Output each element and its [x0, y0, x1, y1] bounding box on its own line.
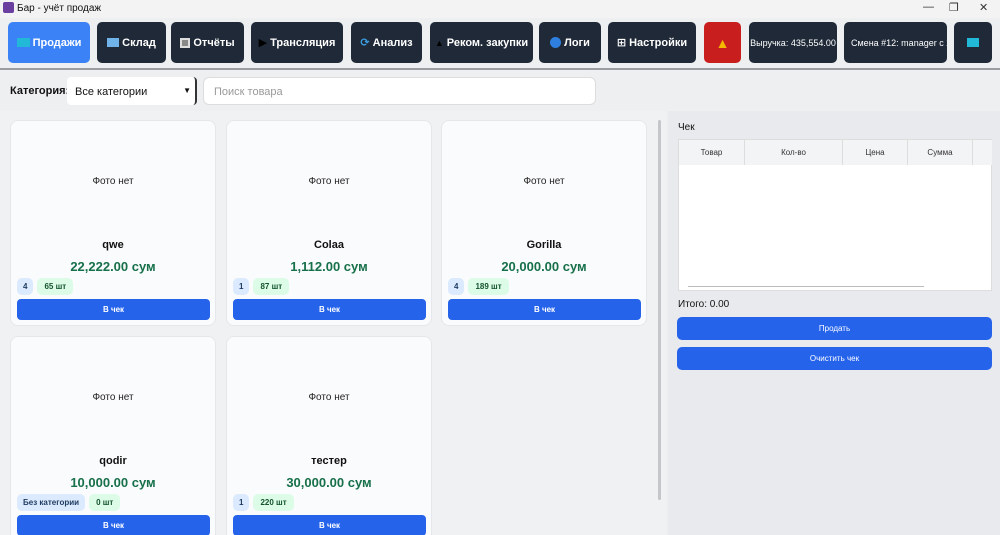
- tab-analysis[interactable]: ⟳ Анализ: [351, 22, 422, 63]
- monitor-icon: [16, 38, 30, 47]
- tab-logs[interactable]: Логи: [539, 22, 601, 63]
- product-name: Colaa: [314, 239, 344, 251]
- search-input[interactable]: Поиск товара: [203, 77, 596, 105]
- grid-icon: ⊞: [616, 37, 627, 49]
- tab-settings[interactable]: ⊞ Настройки: [608, 22, 696, 63]
- product-photo-placeholder: Фото нет: [308, 176, 350, 187]
- product-name: Gorilla: [526, 239, 562, 251]
- column-header[interactable]: Цена: [843, 140, 908, 165]
- category-badge: 1: [233, 278, 250, 295]
- column-header-filler: [973, 140, 992, 165]
- tab-sales[interactable]: Продажи: [8, 22, 90, 63]
- receipt-table: Товар Кол-во Цена Сумма: [678, 139, 992, 291]
- add-to-receipt-button[interactable]: В чек: [448, 299, 641, 320]
- receipt-panel: Чек Товар Кол-во Цена Сумма Итого: 0.00 …: [668, 111, 1000, 535]
- product-photo-placeholder: Фото нет: [92, 176, 134, 187]
- receipt-total: Итого: 0.00: [678, 299, 730, 310]
- add-to-receipt-button[interactable]: В чек: [17, 299, 210, 320]
- restore-icon[interactable]: ❐: [949, 1, 959, 14]
- product-card[interactable]: Фото нет qodir 10,000.00 сум Без категор…: [10, 336, 216, 535]
- stock-badge: 189 шт: [468, 278, 509, 295]
- title-bar: Бар - учёт продаж — ❐ ✕: [0, 0, 1000, 18]
- tab-recommended-purchases[interactable]: ▲ Реком. закупки: [430, 22, 533, 63]
- column-header[interactable]: Сумма: [908, 140, 973, 165]
- warning-button[interactable]: ▲: [704, 22, 741, 63]
- window-title: Бар - учёт продаж: [17, 3, 102, 14]
- product-photo-placeholder: Фото нет: [308, 392, 350, 403]
- add-to-receipt-button[interactable]: В чек: [17, 515, 210, 535]
- column-header[interactable]: Кол-во: [745, 140, 843, 165]
- revenue-display: Выручка: 435,554.00: [749, 22, 837, 63]
- product-name: qwe: [102, 239, 124, 251]
- folder-icon: [107, 38, 120, 47]
- sell-button[interactable]: Продать: [677, 317, 992, 340]
- monitor-icon: [967, 38, 979, 47]
- tab-warehouse[interactable]: Склад: [97, 22, 166, 63]
- chevron-down-icon: ▼: [183, 86, 191, 95]
- product-price: 22,222.00 сум: [70, 259, 156, 274]
- app-icon: [3, 2, 14, 13]
- product-card[interactable]: Фото нет тестер 30,000.00 сум 1 220 шт В …: [226, 336, 432, 535]
- horizontal-scrollbar[interactable]: [688, 286, 924, 287]
- add-to-receipt-button[interactable]: В чек: [233, 299, 426, 320]
- tab-reports[interactable]: Отчёты: [171, 22, 244, 63]
- add-to-receipt-button[interactable]: В чек: [233, 515, 426, 535]
- close-icon[interactable]: ✕: [979, 1, 988, 14]
- product-price: 30,000.00 сум: [286, 475, 372, 490]
- play-icon: ▶: [258, 37, 268, 49]
- clear-receipt-button[interactable]: Очистить чек: [677, 347, 992, 370]
- product-name: qodir: [99, 455, 127, 467]
- minimize-icon[interactable]: —: [923, 1, 934, 13]
- product-price: 10,000.00 сум: [70, 475, 156, 490]
- category-badge: 1: [233, 494, 250, 511]
- product-card[interactable]: Фото нет Colaa 1,112.00 сум 1 87 шт В чек: [226, 120, 432, 326]
- product-card[interactable]: Фото нет qwe 22,222.00 сум 4 65 шт В чек: [10, 120, 216, 326]
- warning-icon: ▲: [715, 34, 730, 51]
- product-photo-placeholder: Фото нет: [92, 392, 134, 403]
- product-price: 1,112.00 сум: [290, 259, 368, 274]
- refresh-icon: ⟳: [360, 37, 370, 49]
- receipt-title: Чек: [678, 122, 695, 133]
- globe-icon: [550, 37, 562, 48]
- product-price: 20,000.00 сум: [501, 259, 587, 274]
- product-card[interactable]: Фото нет Gorilla 20,000.00 сум 4 189 шт В…: [441, 120, 647, 326]
- toolbar: Продажи Склад Отчёты ▶ Трансляция ⟳ Анализ…: [0, 18, 1000, 70]
- display-button[interactable]: [954, 22, 992, 63]
- triangle-up-icon: ▲: [434, 37, 444, 48]
- product-grid: Фото нет qwe 22,222.00 сум 4 65 шт В чек Ф…: [0, 111, 666, 535]
- filter-bar: Категория: Все категории ▼ Поиск товара: [0, 72, 1000, 110]
- shift-display[interactable]: Смена #12: manager с 202: [844, 22, 947, 63]
- category-badge: Без категории: [17, 494, 86, 511]
- category-select[interactable]: Все категории ▼: [67, 77, 197, 105]
- category-label: Категория:: [10, 85, 70, 97]
- category-badge: 4: [448, 278, 465, 295]
- stock-badge: 65 шт: [37, 278, 74, 295]
- column-header[interactable]: Товар: [679, 140, 745, 165]
- tab-broadcast[interactable]: ▶ Трансляция: [251, 22, 343, 63]
- product-photo-placeholder: Фото нет: [523, 176, 565, 187]
- vertical-scrollbar[interactable]: [658, 120, 661, 500]
- stock-badge: 87 шт: [253, 278, 290, 295]
- stock-badge: 220 шт: [253, 494, 294, 511]
- stock-badge: 0 шт: [89, 494, 121, 511]
- report-icon: [180, 37, 191, 48]
- product-name: тестер: [311, 455, 347, 467]
- category-badge: 4: [17, 278, 34, 295]
